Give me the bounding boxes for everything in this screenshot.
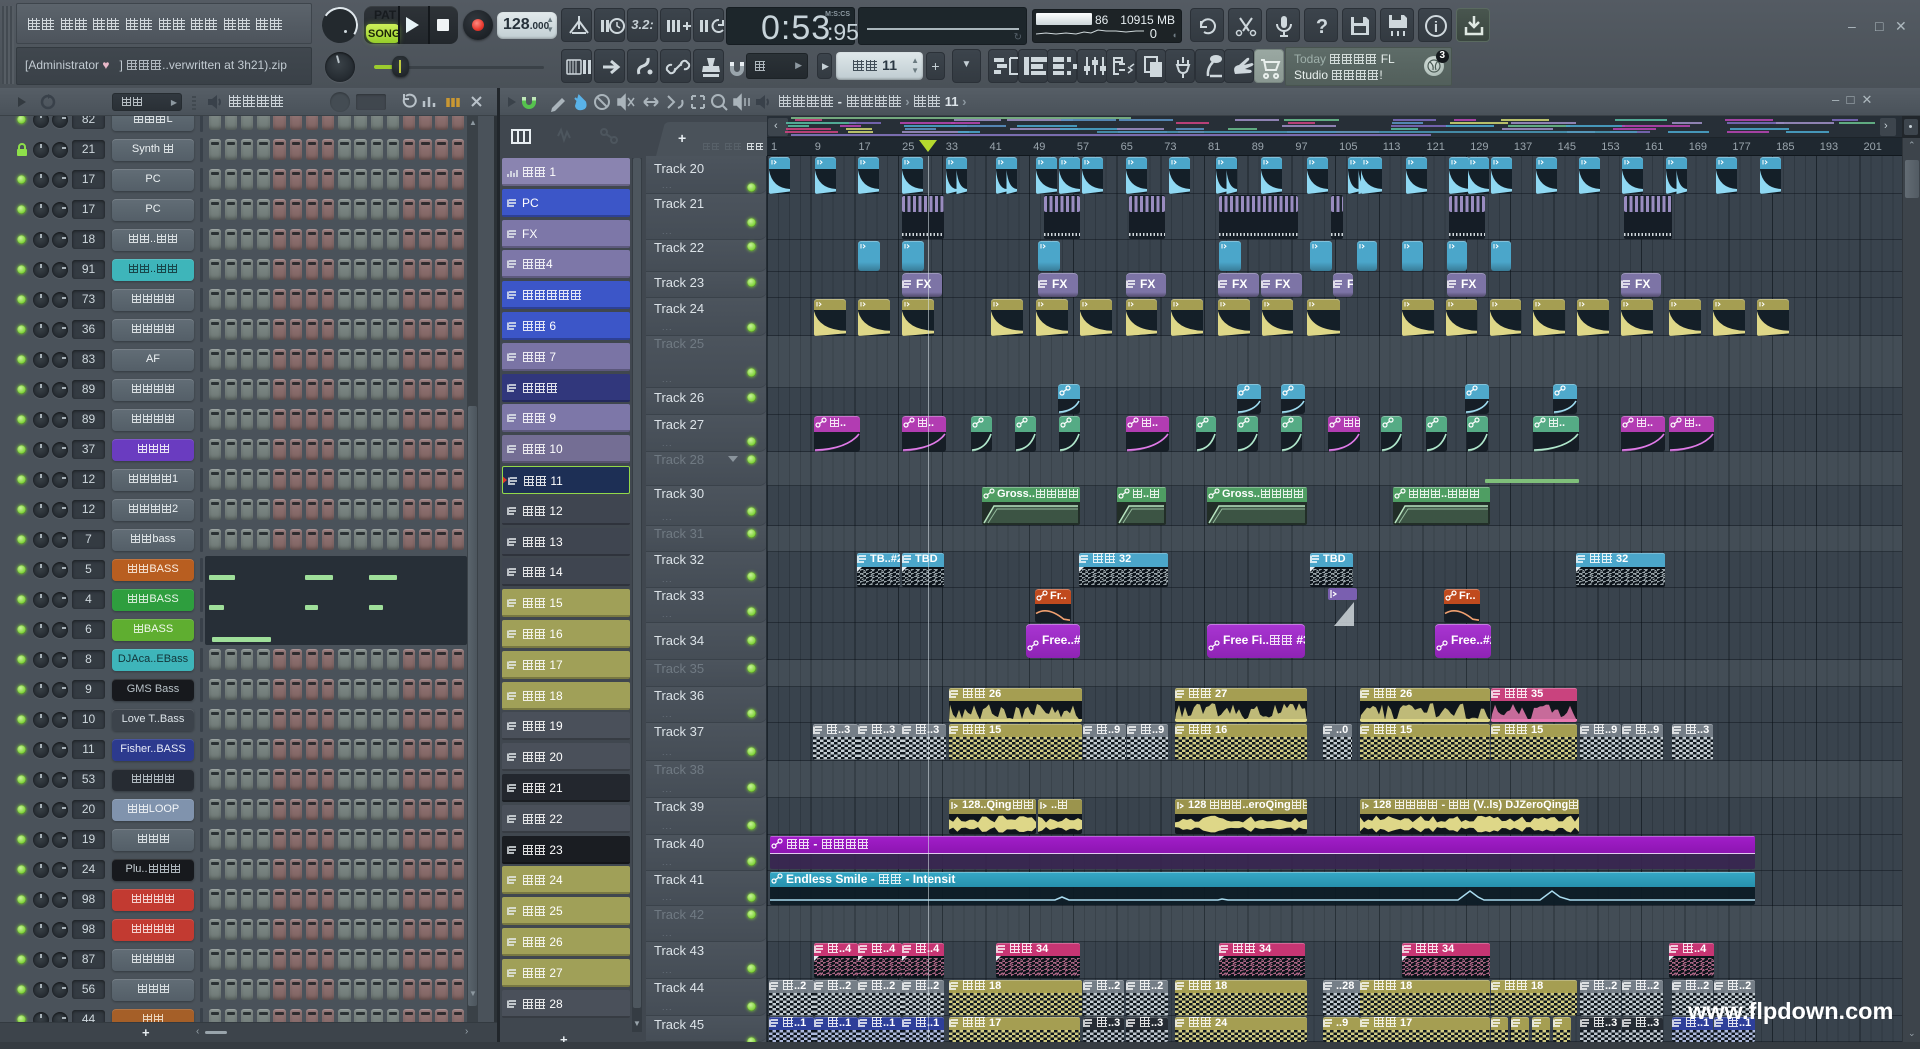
svg-text:i: i	[1434, 19, 1438, 36]
svg-text:?: ?	[1316, 16, 1328, 38]
